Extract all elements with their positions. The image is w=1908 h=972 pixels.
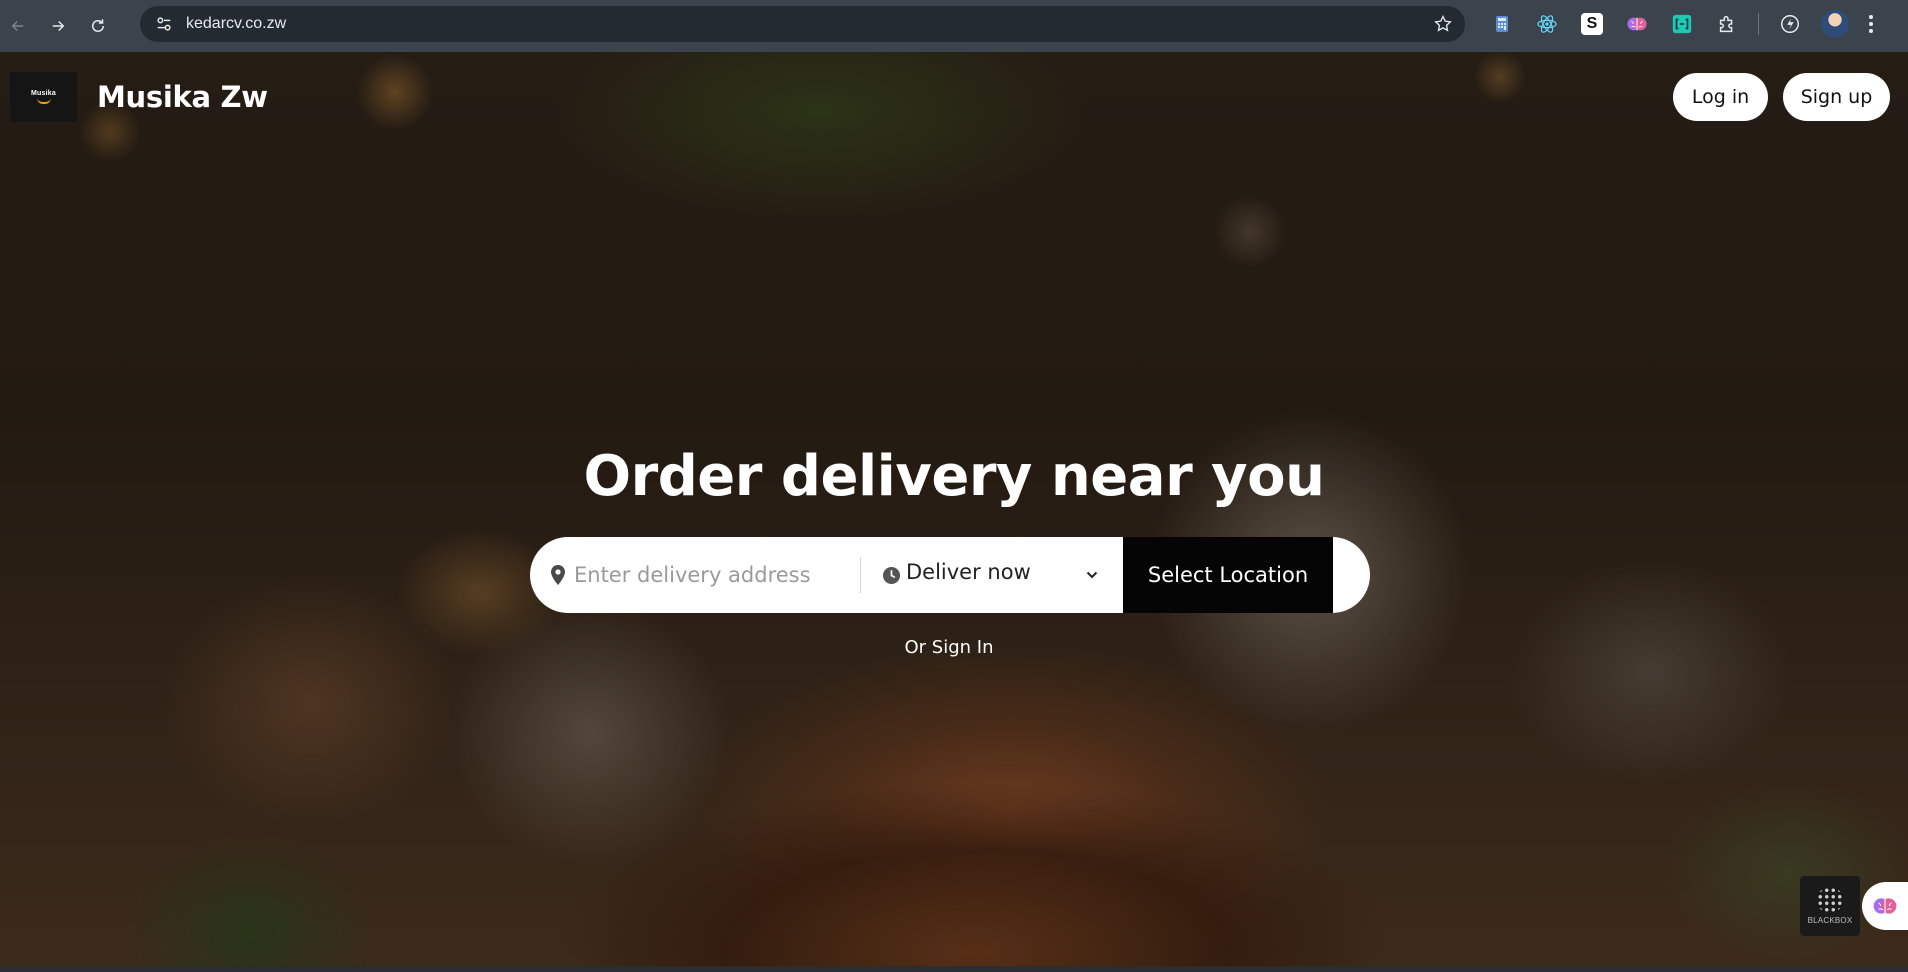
hero-section: Musika Musika Zw Log in Sign up Order de… — [0, 52, 1908, 966]
react-devtools-extension-icon[interactable] — [1533, 10, 1561, 38]
delivery-address-input[interactable] — [574, 555, 874, 595]
logo-text: Musika — [31, 90, 56, 97]
site-logo[interactable]: Musika — [10, 72, 77, 122]
logo-smile-icon — [36, 98, 51, 104]
brain-extension-icon[interactable] — [1623, 10, 1651, 38]
profile-avatar[interactable] — [1821, 10, 1849, 38]
or-sign-in-link[interactable]: Or Sign In — [0, 637, 1898, 658]
forward-button[interactable] — [40, 8, 76, 44]
deliver-time-select[interactable]: Deliver now — [906, 560, 1031, 584]
chevron-down-icon[interactable] — [1085, 568, 1099, 582]
hero-title: Order delivery near you — [583, 444, 1325, 509]
bookmark-star-icon[interactable] — [1433, 14, 1453, 34]
reload-button[interactable] — [80, 8, 116, 44]
site-settings-icon[interactable] — [154, 14, 174, 34]
or-sign-in-text[interactable]: Or Sign In — [905, 637, 994, 658]
calculator-extension-icon[interactable] — [1488, 10, 1516, 38]
puzzle-extensions-icon[interactable] — [1713, 10, 1741, 38]
url-text[interactable]: kedarcv.co.zw — [186, 15, 286, 33]
browser-toolbar: kedarcv.co.zw S — [0, 0, 1908, 52]
performance-icon[interactable] — [1776, 10, 1804, 38]
arrow-left-icon — [11, 20, 24, 32]
brain-assistant-widget[interactable] — [1862, 882, 1908, 930]
blackbox-logo-icon — [1817, 887, 1843, 913]
bracket-extension-icon[interactable] — [1668, 10, 1696, 38]
clock-icon — [882, 566, 901, 585]
delivery-search-bar: Deliver now Select Location — [530, 537, 1370, 613]
s-extension-icon[interactable]: S — [1581, 13, 1603, 35]
reload-icon — [92, 19, 104, 32]
browser-menu-icon[interactable] — [1863, 12, 1879, 36]
login-button[interactable]: Log in — [1673, 73, 1768, 121]
s-extension-label: S — [1586, 15, 1598, 32]
arrow-right-icon — [52, 20, 65, 32]
blackbox-label: BLACKBOX — [1807, 916, 1853, 925]
extensions-toolbar: S — [1488, 10, 1879, 38]
brand-name[interactable]: Musika Zw — [97, 80, 268, 114]
window-bottom-edge — [0, 966, 1908, 972]
blackbox-widget[interactable]: BLACKBOX — [1800, 876, 1860, 936]
select-location-button[interactable]: Select Location — [1123, 537, 1333, 613]
back-button[interactable] — [0, 8, 36, 44]
toolbar-separator — [1758, 13, 1759, 35]
location-pin-icon — [551, 565, 565, 585]
address-bar[interactable]: kedarcv.co.zw — [140, 6, 1465, 42]
search-divider — [860, 557, 861, 593]
signup-button[interactable]: Sign up — [1783, 73, 1890, 121]
brain-icon — [1873, 898, 1897, 914]
